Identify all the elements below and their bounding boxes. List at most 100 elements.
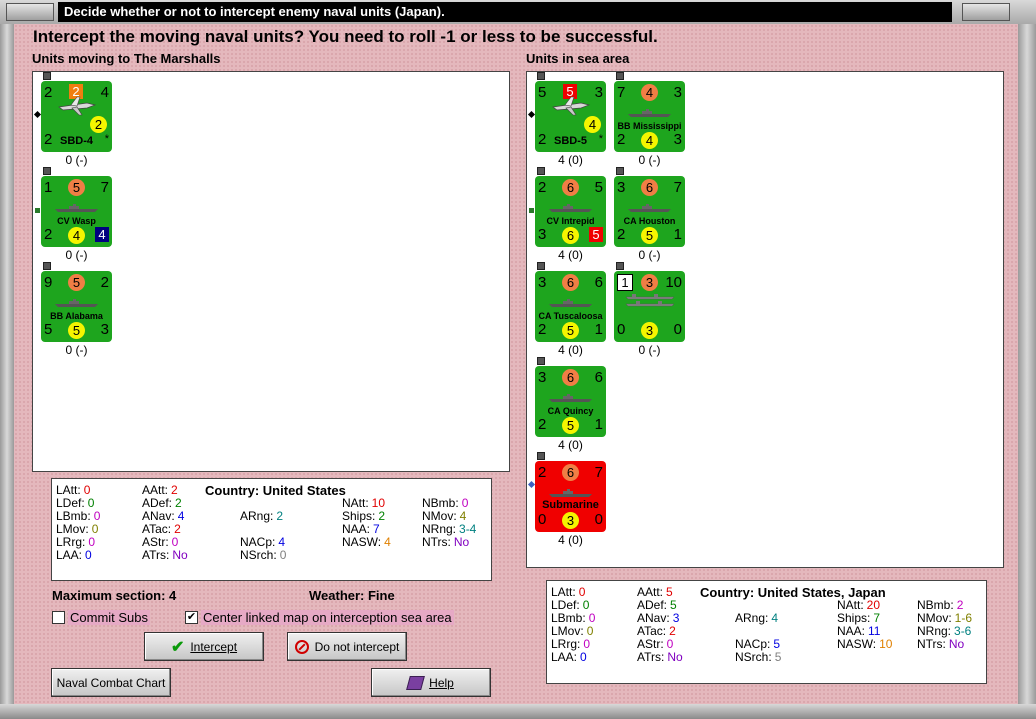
unit-top-left-value: 2: [44, 84, 53, 101]
naval-combat-chart-button[interactable]: Naval Combat Chart: [51, 668, 171, 697]
stat-label: ADef:: [637, 598, 668, 612]
stat-country: Country: United States, Japan: [700, 586, 886, 599]
stack-marker-icon: [43, 72, 51, 80]
unit-attack-value: 5: [68, 274, 85, 291]
stat-label: ANav:: [637, 611, 670, 625]
do-not-intercept-button[interactable]: Do not intercept: [287, 632, 407, 661]
window-title: Decide whether or not to intercept enemy…: [58, 2, 952, 22]
title-bar: Decide whether or not to intercept enemy…: [0, 0, 1036, 25]
stat-label: NMov:: [917, 611, 952, 625]
stat-value: 0: [580, 650, 587, 664]
stat-value: 0: [85, 548, 92, 562]
help-button[interactable]: Help: [371, 668, 491, 697]
stat-label: ARng:: [735, 611, 769, 625]
stat-label: LDef:: [551, 598, 580, 612]
aircraft-icon: [552, 96, 591, 116]
unit-top-left-value: 1: [617, 274, 633, 291]
system-menu-button[interactable]: [6, 3, 54, 21]
commit-subs-checkbox[interactable]: [52, 611, 65, 624]
unit-counter[interactable]: 9 5 2 BB Alabama 5 5 3: [41, 271, 112, 342]
selected-unit-marker-icon: [527, 110, 536, 119]
stat-value: 0: [88, 535, 96, 549]
stat-label: LDef:: [56, 496, 85, 510]
unit-attack-value: 6: [562, 464, 579, 481]
stack-marker-icon: [616, 167, 624, 175]
stack-marker-icon: [616, 262, 624, 270]
unit-counter[interactable]: 2 2 4 SBD-4 2 2 *: [41, 81, 112, 152]
stat-value: 0: [582, 598, 590, 612]
unit-top-right-value: 3: [594, 84, 603, 101]
unit-top-right-value: 6: [594, 274, 603, 291]
stat-value: 3-4: [459, 522, 477, 536]
stat-nsrch: NSrch: 5: [735, 651, 781, 664]
stat-atrs: ATrs: No: [142, 549, 188, 562]
stat-value: 0: [87, 496, 95, 510]
unit-strength-label: 0 (-): [65, 153, 88, 167]
unit-counter[interactable]: 3 6 7 CA Houston 2 5 1: [614, 176, 685, 247]
convoy-icon: [625, 294, 675, 307]
minimize-button[interactable]: [962, 3, 1010, 21]
moving-units-list[interactable]: 2 2 4 SBD-4 2 2 * 0 (-) 1 5 7 CV Wasp 2 …: [32, 71, 510, 472]
unit-counter[interactable]: 3 6 6 CA Tuscaloosa 2 5 1: [535, 271, 606, 342]
stat-value: No: [948, 637, 965, 651]
unit-counter[interactable]: 2 6 5 CV Intrepid 3 6 5: [535, 176, 606, 247]
unit-attack-value: 4: [641, 84, 658, 101]
selected-unit-marker-icon: [33, 110, 42, 119]
unit-counter[interactable]: 7 4 3 BB Mississippi 2 4 3: [614, 81, 685, 152]
stat-label: NBmb:: [422, 496, 459, 510]
unit-strength-label: 4 (0): [558, 153, 583, 167]
weather: Weather: Fine: [309, 588, 395, 603]
unit-bottom-mid-value: 3: [562, 512, 579, 529]
unit-counter[interactable]: 2 6 7 Submarine 0 3 0: [535, 461, 606, 532]
stat-value: 2: [175, 496, 182, 510]
unit-bottom-right-value: 1: [673, 226, 682, 243]
warship-icon: [55, 299, 98, 307]
stat-value: 7: [373, 522, 380, 536]
stat-value: 4: [384, 535, 391, 549]
stat-value: 2: [378, 509, 386, 523]
unit-bottom-left-value: 2: [538, 131, 547, 148]
unit-counter[interactable]: 3 6 6 CA Quincy 2 5 1: [535, 366, 606, 437]
stat-value: No: [172, 548, 188, 562]
stat-value: 0: [93, 509, 101, 523]
stat-label: NAA:: [837, 624, 866, 638]
stat-label: LAA:: [56, 548, 83, 562]
unit-name: BB Alabama: [50, 311, 103, 321]
aircraft-icon: [58, 96, 97, 116]
unit-top-right-value: 2: [100, 274, 109, 291]
center-map-checkbox[interactable]: ✔: [185, 611, 198, 624]
unit-counter[interactable]: 5 5 3 SBD-5 2 4 *: [535, 81, 606, 152]
stat-label: NAtt:: [342, 496, 369, 510]
sea-area-units-list[interactable]: 5 5 3 SBD-5 2 4 * 4 (0) 7 4 3 BB Mississ…: [526, 71, 1004, 568]
stack-marker-icon: [537, 452, 545, 460]
unit-strength-label: 0 (-): [638, 343, 661, 357]
stat-arng: ARng: 2: [240, 510, 283, 523]
intercept-button[interactable]: ✔ Intercept: [144, 632, 264, 661]
stat-nsrch: NSrch: 0: [240, 549, 286, 562]
stat-label: ATac:: [637, 624, 667, 638]
unit-bottom-left-value: 2: [538, 321, 547, 338]
stat-label: AAtt:: [637, 585, 664, 599]
stat-label: NTrs:: [917, 637, 946, 651]
stat-label: NMov:: [422, 509, 457, 523]
unit-top-left-value: 7: [617, 84, 626, 101]
unit-bottom-mid-value: 5: [68, 322, 85, 339]
unit-bottom-right-value: *: [598, 133, 603, 145]
right-panel-label: Units in sea area: [526, 51, 630, 66]
stack-marker-icon: [43, 262, 51, 270]
submarine-marker-icon: [527, 480, 536, 489]
unit-attack-value: 3: [641, 274, 658, 291]
frame-left: [0, 24, 14, 719]
unit-counter[interactable]: 1 3 10 0 3 0: [614, 271, 685, 342]
max-section: Maximum section: 4: [52, 588, 177, 603]
stat-label: NAtt:: [837, 598, 864, 612]
stat-value: 4: [278, 535, 286, 549]
unit-strength-label: 0 (-): [638, 248, 661, 262]
country-label: Country:: [700, 585, 755, 600]
unit-counter[interactable]: 1 5 7 CV Wasp 2 4 4: [41, 176, 112, 247]
stat-value: 7: [873, 611, 881, 625]
unit-top-left-value: 2: [538, 179, 547, 196]
help-book-icon: [406, 675, 426, 690]
naval-combat-chart-label: Naval Combat Chart: [56, 675, 166, 690]
stat-value: 0: [578, 585, 586, 599]
